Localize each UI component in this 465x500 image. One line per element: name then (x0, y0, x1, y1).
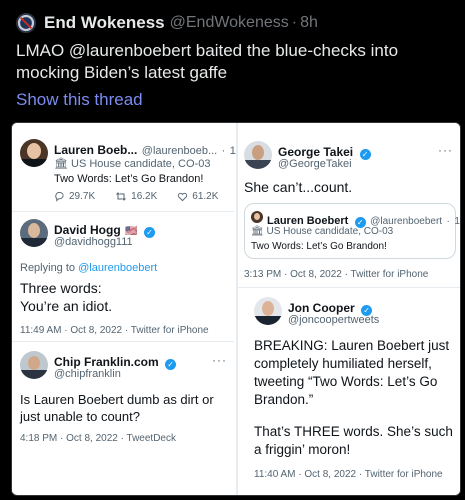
boebert-handle: @laurenboeb... (141, 145, 218, 157)
replying-mention: @laurenboebert (78, 262, 158, 274)
quoted-label-text: US House candidate, CO-03 (266, 226, 394, 237)
takei-tweet-card: George Takei ✓ @GeorgeTakei ··· She can’… (238, 123, 460, 283)
cooper-text-2: That’s THREE words. She’s such a friggin… (254, 424, 453, 457)
quoted-avatar (251, 211, 263, 223)
tweet-time[interactable]: 8h (300, 14, 318, 32)
boebert-name: Lauren Boeb... (54, 143, 138, 157)
tweet-image[interactable]: Lauren Boeb... @laurenboeb... · 13h 🏛 US… (11, 122, 461, 496)
building-icon: 🏛 (54, 158, 68, 170)
like-icon (178, 192, 188, 202)
handle[interactable]: @EndWokeness (170, 14, 289, 32)
retweet-icon (116, 192, 126, 201)
takei-avatar (244, 141, 272, 169)
image-left-column: Lauren Boeb... @laurenboeb... · 13h 🏛 US… (12, 123, 248, 495)
replying-prefix: Replying to (20, 262, 76, 274)
divider (12, 341, 234, 342)
franklin-text: Is Lauren Boebert dumb as dirt or just u… (20, 392, 214, 424)
like-count: 61.2K (192, 191, 219, 202)
cooper-meta: 11:40 AM · Oct 8, 2022 · Twitter for iPh… (254, 469, 443, 480)
tweet-text: LMAO @laurenboebert baited the blue-chec… (16, 41, 399, 82)
separator-dot: · (221, 145, 226, 157)
franklin-avatar (20, 351, 48, 379)
boebert-text: Two Words: Let’s Go Brandon! (54, 173, 204, 185)
tweet: End Wokeness @EndWokeness · 8h LMAO @lau… (0, 0, 465, 500)
display-name[interactable]: End Wokeness (44, 13, 165, 33)
takei-handle: @GeorgeTakei (278, 158, 352, 170)
reply-count: 29.7K (69, 191, 96, 202)
like-action: 61.2K (177, 191, 218, 202)
boebert-actions: 29.7K 16.2K 61.2K (54, 191, 218, 202)
quoted-tweet: Lauren Boebert ✓ @laurenboebert · 10h 🏛 … (244, 203, 460, 259)
cooper-text-1: BREAKING: Lauren Boebert just completely… (254, 338, 450, 407)
hogg-replying-to: Replying to @laurenboebert (20, 262, 157, 274)
boebert-avatar (20, 139, 48, 167)
verified-icon: ✓ (165, 359, 177, 370)
separator-dot: · (291, 14, 298, 31)
more-icon: ··· (438, 143, 453, 157)
hogg-avatar (20, 219, 48, 247)
franklin-meta: 4:18 PM · Oct 8, 2022 · TweetDeck (20, 433, 176, 444)
verified-icon: ✓ (144, 227, 156, 238)
cooper-name: Jon Cooper (288, 301, 355, 315)
quoted-time: 10h (454, 216, 460, 227)
cooper-handle: @joncoopertweets (288, 314, 380, 326)
takei-meta: 3:13 PM · Oct 8, 2022 · Twitter for iPho… (244, 269, 429, 280)
cooper-avatar (254, 297, 282, 325)
franklin-tweet-card: Chip Franklin.com ✓ @chipfranklin ··· Is… (12, 343, 234, 493)
hogg-tweet-card: David Hogg 🇺🇸 ✓ @davidhogg111 Replying t… (12, 213, 234, 339)
avatar-seal-icon (17, 14, 35, 32)
takei-text: She can’t...count. (244, 179, 353, 195)
separator-dot: · (446, 216, 450, 227)
retweet-count: 16.2K (131, 191, 158, 202)
franklin-name: Chip Franklin.com (54, 355, 159, 369)
takei-name: George Takei (278, 145, 354, 159)
boebert-label: 🏛 US House candidate, CO-03 (54, 157, 210, 170)
image-right-column: George Takei ✓ @GeorgeTakei ··· She can’… (238, 123, 460, 495)
boebert-label-text: US House candidate, CO-03 (71, 158, 211, 170)
verified-icon: ✓ (359, 149, 371, 160)
reply-icon (55, 191, 64, 202)
boebert-tweet-card: Lauren Boeb... @laurenboeb... · 13h 🏛 US… (12, 123, 248, 209)
hogg-meta: 11:49 AM · Oct 8, 2022 · Twitter for iPh… (20, 325, 209, 336)
cooper-tweet-card: Jon Cooper ✓ @joncoopertweets BREAKING: … (238, 289, 460, 495)
reply-action: 29.7K (54, 191, 95, 202)
building-icon: 🏛 (251, 226, 264, 237)
divider (238, 287, 460, 288)
quoted-label: 🏛 US House candidate, CO-03 (251, 226, 393, 237)
tweet-header: End Wokeness @EndWokeness · 8h (16, 10, 318, 36)
hogg-name: David Hogg (54, 223, 121, 237)
hogg-text: Three words: You’re an idiot. (20, 280, 113, 314)
show-thread-link[interactable]: Show this thread (16, 90, 143, 110)
profile-avatar[interactable] (16, 13, 36, 33)
quoted-text: Two Words: Let’s Go Brandon! (251, 241, 387, 252)
franklin-handle: @chipfranklin (54, 368, 121, 380)
hogg-handle: @davidhogg111 (54, 236, 133, 248)
retweet-action: 16.2K (115, 191, 157, 202)
more-icon: ··· (212, 353, 227, 367)
divider (12, 211, 234, 212)
